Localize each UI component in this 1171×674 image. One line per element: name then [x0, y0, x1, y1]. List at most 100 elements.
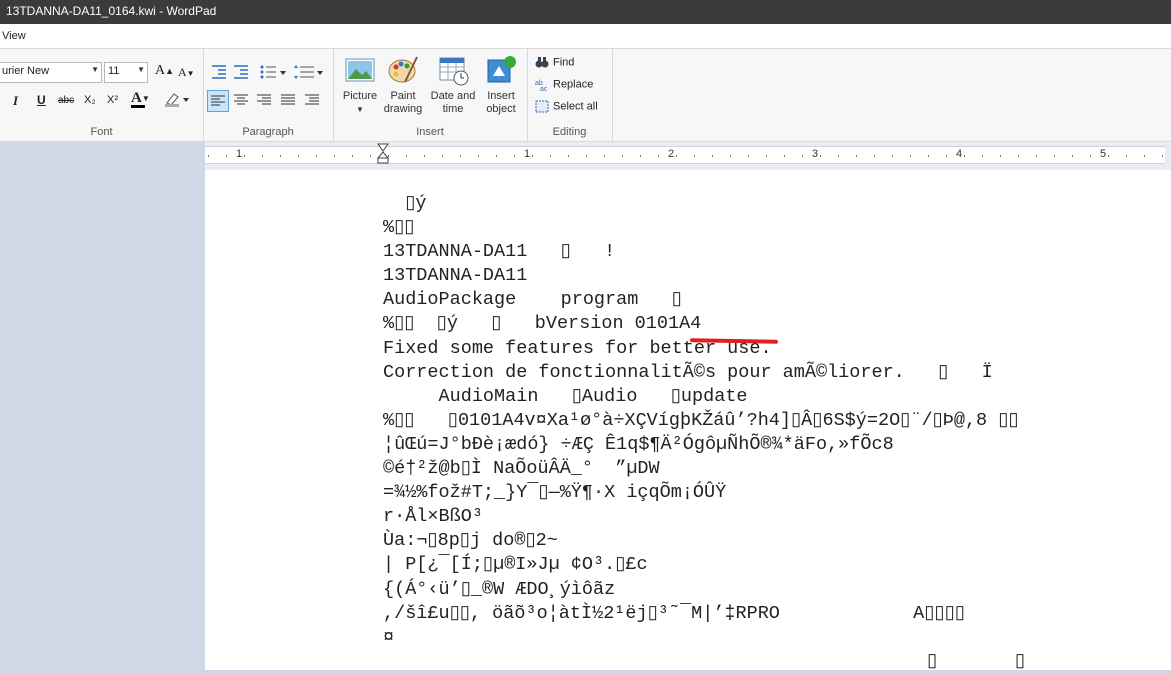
ruler-tick — [478, 155, 479, 157]
bullets-icon[interactable] — [260, 65, 287, 79]
document-line: Ùa:¬▯8p▯j do®▯2~ — [383, 530, 558, 552]
chevron-down-icon: ▼ — [356, 105, 364, 114]
paint-drawing-button[interactable]: Paint drawing — [379, 54, 427, 116]
document-line: Correction de fonctionnalitÃ©s pour amÃ©… — [383, 361, 993, 383]
tab-view[interactable]: View — [2, 30, 26, 42]
subscript-button[interactable]: X₂ — [84, 94, 96, 106]
title-bar: 13TDANNA-DA11_0164.kwi - WordPad — [0, 0, 1171, 24]
ruler-tick — [550, 155, 551, 157]
replace-button[interactable]: ab ac Replace — [535, 78, 593, 91]
grow-font-button[interactable]: A▲ — [155, 63, 174, 79]
window-title: 13TDANNA-DA11_0164.kwi - WordPad — [6, 4, 217, 18]
document-line: ▯ý — [383, 193, 427, 214]
ruler-number: 1 — [524, 148, 531, 160]
ruler-tick — [370, 155, 371, 157]
align-left-button[interactable] — [207, 90, 229, 112]
chevron-down-icon: ▼ — [91, 65, 99, 74]
chevron-down-icon: ▼ — [137, 65, 145, 74]
strikethrough-button[interactable]: abc — [58, 95, 74, 106]
ruler-tick — [748, 155, 749, 157]
document-line: %▯▯ ▯ý ▯ bVersion 0101A4 — [383, 313, 702, 335]
italic-button[interactable]: I — [13, 93, 18, 109]
ruler-tick — [946, 155, 947, 157]
ruler-tick — [910, 155, 911, 157]
document-line: ¤ — [383, 626, 395, 648]
shrink-font-button[interactable]: A▼ — [178, 65, 195, 80]
underline-button[interactable]: U — [37, 93, 46, 107]
document-text[interactable]: ▯ý %▯▯ 13TDANNA-DA11 ▯ ! 13TDANNA-DA11 Audio… — [383, 192, 1025, 674]
ruler-tick — [730, 155, 731, 157]
ruler-tick — [1162, 155, 1163, 157]
document-line: AudioMain ▯Audio ▯update — [383, 385, 748, 407]
document-line: AudioPackage program ▯ — [383, 289, 682, 311]
insert-object-button[interactable]: Insert object — [477, 54, 525, 116]
ruler-tick — [460, 155, 461, 157]
font-color-button[interactable]: A▼ — [131, 90, 150, 108]
date-time-button[interactable]: Date and time — [429, 54, 477, 116]
increase-indent-icon[interactable] — [234, 65, 248, 79]
document-page[interactable]: ▯ý %▯▯ 13TDANNA-DA11 ▯ ! 13TDANNA-DA11 Audio… — [205, 170, 1171, 672]
document-line: 13TDANNA-DA11 — [383, 265, 528, 287]
select-all-icon — [535, 100, 549, 113]
ruler-tick — [1000, 155, 1001, 157]
highlight-button[interactable] — [164, 91, 190, 110]
ruler-tick — [1036, 155, 1037, 157]
ruler-tick — [856, 155, 857, 157]
ruler-tick — [532, 155, 533, 157]
superscript-button[interactable]: X² — [107, 94, 118, 106]
ruler-tick — [712, 155, 713, 157]
font-size-combo[interactable]: 11 ▼ — [104, 62, 148, 83]
font-name-value: urier New — [2, 65, 50, 77]
ruler-tick — [334, 155, 335, 157]
svg-text:ac: ac — [540, 86, 548, 91]
align-center-icon[interactable] — [234, 94, 248, 105]
ruler-tick — [316, 155, 317, 157]
ruler-tick — [352, 155, 353, 157]
ruler-tick — [658, 155, 659, 157]
object-label-1: Insert — [487, 90, 515, 102]
select-all-button[interactable]: Select all — [535, 100, 598, 113]
paint-label-1: Paint — [390, 90, 416, 102]
document-line: 13TDANNA-DA11 ▯ ! — [383, 241, 616, 263]
ruler-tick — [1018, 155, 1019, 157]
document-line: =¾½%fož#T;_}Y¯▯—%Ÿ¶·X içqÕm¡ÓÛŸ — [383, 482, 727, 504]
align-right-icon[interactable] — [257, 94, 271, 105]
ruler-strip: 1 1 2 3 4 5 — [205, 143, 1165, 164]
ruler-tick — [208, 155, 209, 157]
insert-object-icon — [485, 54, 517, 86]
ruler-tick — [244, 155, 245, 157]
document-line: %▯▯ — [383, 217, 415, 239]
paint-palette-icon — [387, 54, 419, 86]
ruler-tick — [1126, 155, 1127, 157]
decrease-indent-icon[interactable] — [212, 65, 226, 79]
ruler-tick — [604, 155, 605, 157]
ruler-tick — [982, 155, 983, 157]
font-group-label: Font — [90, 126, 113, 138]
picture-label: Picture — [342, 90, 378, 102]
replace-icon: abac — [535, 80, 548, 91]
date-label-2: time — [442, 103, 464, 115]
paragraph-group: Paragraph — [203, 49, 334, 141]
find-button[interactable]: Find — [535, 56, 574, 69]
justify-icon[interactable] — [281, 94, 295, 105]
ruler-tick — [820, 155, 821, 157]
ruler-tick — [622, 155, 623, 157]
font-name-combo[interactable]: urier New ▼ — [0, 62, 102, 83]
ruler-number: 5 — [1100, 148, 1107, 160]
line-spacing-icon[interactable] — [294, 65, 323, 79]
ruler-tick — [388, 155, 389, 157]
ruler-tick — [226, 155, 227, 157]
ruler[interactable]: 1 1 2 3 4 5 — [205, 142, 1171, 170]
ribbon: urier New ▼ 11 ▼ A▲ A▼ I U abc X₂ X² A▼ … — [0, 49, 1171, 142]
ruler-tick — [1090, 155, 1091, 157]
ruler-tick — [784, 155, 785, 157]
ruler-tick — [406, 155, 407, 157]
ruler-tick — [1072, 155, 1073, 157]
picture-button[interactable]: Picture ▼ — [336, 54, 384, 116]
ruler-tick — [442, 155, 443, 157]
document-line: ©é†²ž@b▯Ì NaÕoüÂÄ_° ”µDW — [383, 458, 660, 480]
ruler-tick — [694, 155, 695, 157]
paragraph-toolbar-row2 — [234, 94, 319, 105]
ruler-tick — [280, 155, 281, 157]
paragraph-dialog-icon[interactable] — [305, 94, 319, 105]
